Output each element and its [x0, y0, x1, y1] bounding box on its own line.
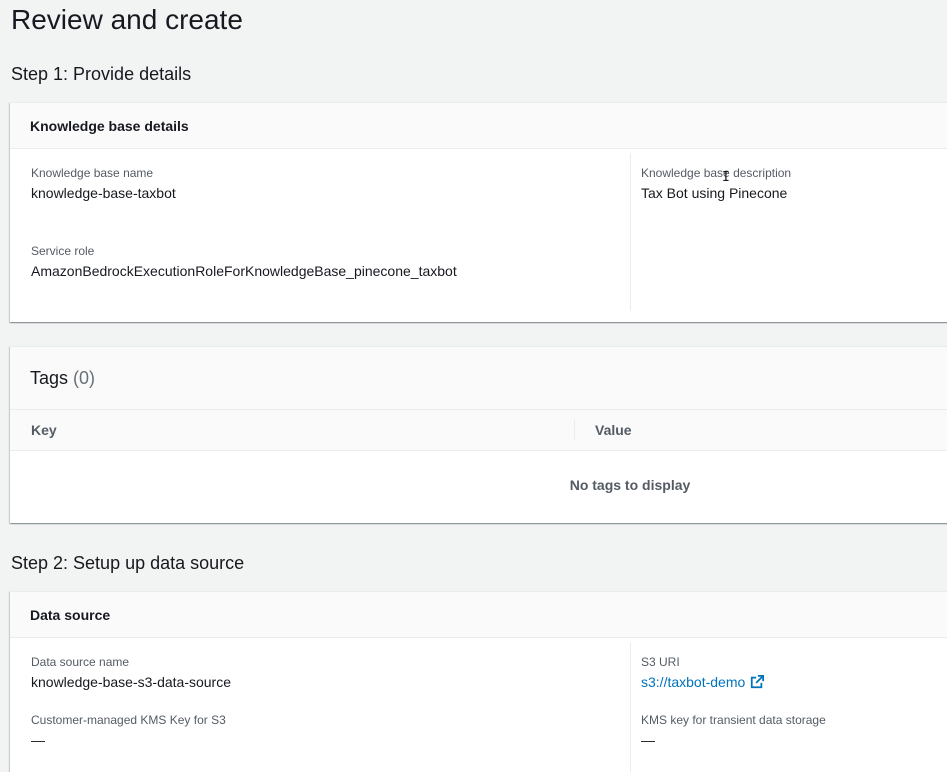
s3-uri-field: S3 URI s3://taxbot-demo [641, 654, 765, 692]
s3-uri-link-text: s3://taxbot-demo [641, 674, 746, 690]
step1-title: Step 1: Provide details [11, 64, 192, 84]
kms-s3-field: Customer-managed KMS Key for S3 — [31, 712, 226, 750]
tags-empty-state: No tags to display [569, 477, 691, 493]
knowledge-base-details-header: Knowledge base details [10, 103, 947, 149]
kms-transient-field: KMS key for transient data storage — [641, 712, 826, 750]
page-title: Review and create [11, 4, 243, 35]
data-source-title: Data source [30, 606, 111, 623]
data-source-header: Data source [10, 592, 947, 638]
kb-name-label: Knowledge base name [31, 166, 154, 180]
data-source-name-label: Data source name [31, 655, 130, 669]
data-source-name-value: knowledge-base-s3-data-source [31, 674, 231, 690]
knowledge-base-details-card: Knowledge base details Knowledge base na… [10, 102, 947, 322]
service-role-field: Service role AmazonBedrockExecutionRoleF… [31, 243, 457, 281]
s3-uri-value: s3://taxbot-demo [641, 672, 765, 692]
kb-name-value: knowledge-base-taxbot [31, 185, 176, 201]
tags-header: Tags (0) [10, 347, 947, 410]
kms-transient-value: — [641, 732, 655, 748]
kms-s3-value: — [31, 732, 45, 748]
service-role-label: Service role [31, 244, 95, 258]
s3-uri-link[interactable]: s3://taxbot-demo [641, 672, 765, 692]
column-header-value[interactable]: Value [595, 422, 632, 438]
column-divider [630, 153, 631, 311]
column-header-key[interactable]: Key [31, 422, 57, 438]
data-source-card: Data source Data source name knowledge-b… [10, 591, 947, 772]
kb-name-field: Knowledge base name knowledge-base-taxbo… [31, 165, 176, 203]
kb-description-field: Knowledge base description Tax Bot using… [641, 165, 791, 203]
column-divider [630, 642, 631, 772]
knowledge-base-details-title: Knowledge base details [30, 117, 189, 134]
tags-card: Tags (0) Key Value No tags to display [10, 346, 947, 523]
kb-description-value: Tax Bot using Pinecone [641, 185, 788, 201]
data-source-name-field: Data source name knowledge-base-s3-data-… [31, 654, 231, 692]
text-cursor-icon: I [722, 170, 730, 185]
service-role-value: AmazonBedrockExecutionRoleForKnowledgeBa… [31, 263, 457, 279]
tags-table-header: Key Value [10, 410, 947, 451]
step2-title: Step 2: Setup up data source [11, 553, 245, 573]
tags-title: Tags [30, 367, 69, 388]
kb-description-label: Knowledge base description [641, 166, 792, 180]
column-resizer[interactable] [574, 420, 575, 440]
external-link-icon [751, 675, 765, 689]
s3-uri-label: S3 URI [641, 655, 680, 669]
kms-s3-label: Customer-managed KMS Key for S3 [31, 713, 226, 727]
tags-count: (0) [73, 367, 96, 388]
kms-transient-label: KMS key for transient data storage [641, 713, 826, 727]
